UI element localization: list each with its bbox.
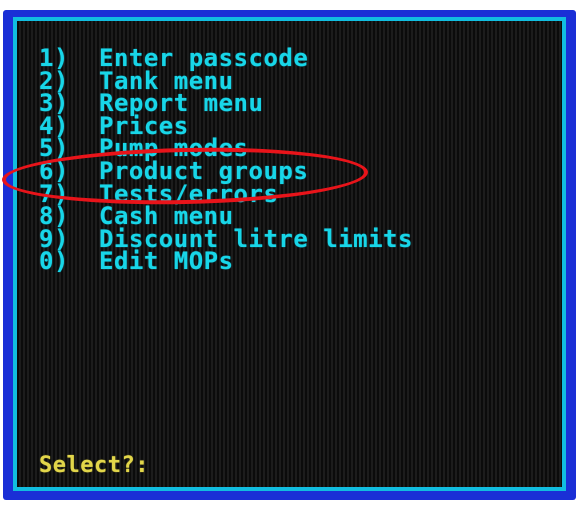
- menu-item-report-menu[interactable]: 3) Report menu: [39, 89, 413, 118]
- menu-item-number: 8): [39, 202, 69, 231]
- menu-item-number: 6): [39, 156, 69, 185]
- menu-item-edit-mops[interactable]: 0) Edit MOPs: [39, 247, 413, 276]
- terminal-bezel: 1) Enter passcode 2) Tank menu 3) Report me…: [3, 10, 576, 500]
- menu-item-number: 1): [39, 44, 69, 72]
- terminal-screen: 1) Enter passcode 2) Tank menu 3) Report me…: [13, 17, 566, 491]
- select-prompt[interactable]: Select?:: [39, 453, 149, 478]
- menu-item-number: 3): [39, 89, 69, 118]
- main-menu: 1) Enter passcode 2) Tank menu 3) Report me…: [39, 44, 413, 276]
- menu-item-label: Edit MOPs: [99, 247, 234, 276]
- menu-item-number: 0): [39, 247, 69, 276]
